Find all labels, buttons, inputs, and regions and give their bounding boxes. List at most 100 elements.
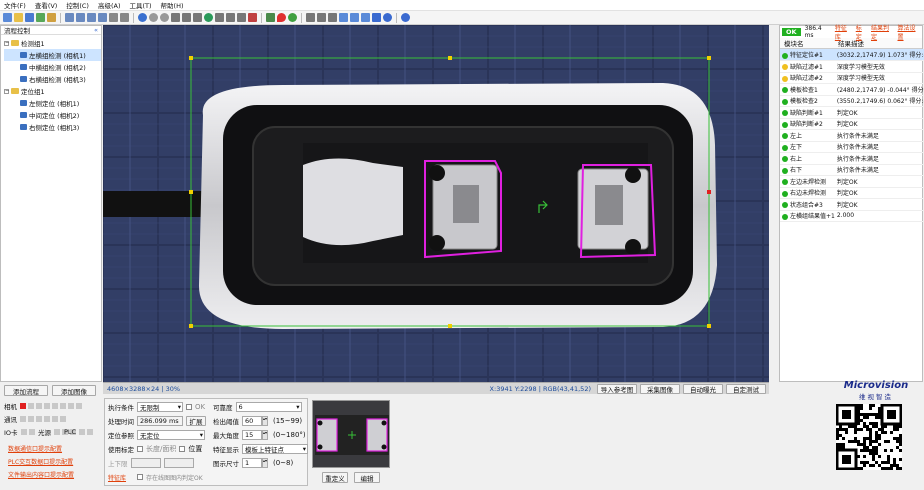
io-config-link[interactable]: 文件输出内容口提示配置 bbox=[8, 470, 74, 479]
reliability-select[interactable]: 6 ▾ bbox=[235, 402, 302, 412]
tree-group-locate[interactable]: − 定位组1 bbox=[4, 85, 101, 97]
tree-item-right-locate[interactable]: 右侧定位 (相机3) bbox=[4, 121, 101, 133]
auto-exposure-button[interactable]: 自动曝光 bbox=[683, 383, 723, 394]
layout-icon[interactable] bbox=[361, 13, 370, 22]
tree-item-left-detect[interactable]: 左横组检测 (相机1) bbox=[4, 49, 101, 61]
add-image-button[interactable]: 添加图像 bbox=[52, 385, 96, 396]
exec-cond-select[interactable]: 无限制 ▾ bbox=[137, 402, 183, 412]
upper-limit-input[interactable] bbox=[163, 458, 194, 468]
collapse-icon[interactable]: « bbox=[94, 26, 98, 34]
crop-icon[interactable] bbox=[171, 13, 180, 22]
eye-icon[interactable] bbox=[109, 13, 118, 22]
calib-length-checkbox[interactable] bbox=[137, 446, 143, 452]
custom-test-button[interactable]: 自定测试 bbox=[726, 383, 766, 394]
chart-icon[interactable] bbox=[266, 13, 275, 22]
stepper-icon[interactable]: ▴▾ bbox=[262, 458, 268, 468]
grid-icon[interactable] bbox=[193, 13, 202, 22]
pause-icon[interactable] bbox=[149, 13, 158, 22]
filter-icon[interactable] bbox=[328, 13, 337, 22]
tree-item-right-detect[interactable]: 右横组检测 (相机3) bbox=[4, 73, 101, 85]
info-icon[interactable] bbox=[401, 13, 410, 22]
save-failed-checkbox[interactable] bbox=[137, 474, 144, 480]
feature-display-select[interactable]: 模板上特征点 ▾ bbox=[242, 444, 308, 454]
zoom-in-icon[interactable] bbox=[65, 13, 74, 22]
display-size-input[interactable]: 1 ▴▾ bbox=[242, 458, 268, 468]
stepper-icon[interactable]: ▴▾ bbox=[262, 416, 268, 426]
tree-group-detect[interactable]: − 检测组1 bbox=[4, 37, 101, 49]
tool-icon[interactable] bbox=[248, 13, 257, 22]
ok-checkbox[interactable] bbox=[186, 404, 192, 410]
open-icon[interactable] bbox=[14, 13, 23, 22]
result-row[interactable]: 缺陷过滤#2 深度学习模型无效 bbox=[780, 72, 924, 84]
settings-icon[interactable] bbox=[383, 13, 392, 22]
window-icon[interactable] bbox=[350, 13, 359, 22]
folder-icon[interactable] bbox=[47, 13, 56, 22]
expand-button[interactable]: 扩展 bbox=[186, 416, 206, 426]
lower-limit-input[interactable] bbox=[130, 458, 161, 468]
import-reference-button[interactable]: 导入参考图 bbox=[597, 383, 637, 394]
inspection-image bbox=[103, 25, 769, 382]
image-icon[interactable] bbox=[36, 13, 45, 22]
menu-item-4[interactable]: 工具(T) bbox=[130, 0, 152, 10]
check-icon[interactable] bbox=[288, 13, 297, 22]
roi-icon[interactable] bbox=[182, 13, 191, 22]
zoom-out-icon[interactable] bbox=[76, 13, 85, 22]
result-row[interactable]: 模板检查1 (2480.2,1747.9) -0.044° 得分:99 bbox=[780, 83, 924, 96]
result-row[interactable]: 右边未焊检测 判定OK bbox=[780, 187, 924, 199]
result-row[interactable]: 缺陷过滤#1 深度学习模型无效 bbox=[780, 60, 924, 73]
camera-icon[interactable] bbox=[317, 13, 326, 22]
link-algo-settings[interactable]: 算法设置 bbox=[898, 23, 921, 41]
location-icon[interactable] bbox=[277, 13, 286, 22]
play-icon[interactable] bbox=[138, 13, 147, 22]
target-icon[interactable] bbox=[215, 13, 224, 22]
max-angle-input[interactable]: 15 ▴▾ bbox=[242, 430, 268, 440]
result-row[interactable]: 缺陷判断#1 判定OK bbox=[780, 106, 924, 119]
stop-icon[interactable] bbox=[160, 13, 169, 22]
tree-item-left-locate[interactable]: 左侧定位 (相机1) bbox=[4, 97, 101, 109]
new-icon[interactable] bbox=[3, 13, 12, 22]
save-icon[interactable] bbox=[25, 13, 34, 22]
menu-item-5[interactable]: 帮助(H) bbox=[161, 0, 184, 10]
image-viewport[interactable] bbox=[103, 25, 769, 382]
result-row[interactable]: 右下 执行条件未满足 bbox=[780, 164, 924, 176]
io-config-link[interactable]: PLC交互数据口提示配置 bbox=[8, 457, 73, 466]
stepper-icon[interactable]: ▴▾ bbox=[262, 430, 268, 440]
add-flow-button[interactable]: 添加流程 bbox=[4, 385, 48, 396]
locate-ref-select[interactable]: 无定位 ▾ bbox=[137, 430, 205, 440]
zoom-actual-icon[interactable] bbox=[98, 13, 107, 22]
monitor-icon[interactable] bbox=[339, 13, 348, 22]
link-result-judge[interactable]: 结果判定 bbox=[871, 23, 894, 41]
result-row[interactable]: 右上 执行条件未满足 bbox=[780, 152, 924, 165]
result-row[interactable]: 状态组合#3 判定OK bbox=[780, 198, 924, 211]
calib-position-checkbox[interactable] bbox=[179, 446, 186, 452]
result-row[interactable]: 左边未焊检测 判定OK bbox=[780, 175, 924, 188]
print-icon[interactable] bbox=[306, 13, 315, 22]
io-config-link[interactable]: 数据通信口提示配置 bbox=[8, 444, 62, 453]
threshold-input[interactable]: 60 ▴▾ bbox=[242, 416, 268, 426]
tree-item-mid-detect[interactable]: 中横组检测 (相机2) bbox=[4, 61, 101, 73]
col-desc: 结果描述 bbox=[838, 40, 864, 48]
menu-item-0[interactable]: 文件(F) bbox=[4, 0, 26, 10]
results-panel: OK 386.4 ms 特征库 标定 结果判定 算法设置 模块名 结果描述 特征… bbox=[779, 23, 924, 382]
result-row[interactable]: 左横组结果值+1 2.000 bbox=[780, 210, 924, 222]
result-row[interactable]: 左上 执行条件未满足 bbox=[780, 129, 924, 142]
redefine-button[interactable]: 重定义 bbox=[322, 472, 348, 483]
network-icon[interactable] bbox=[372, 13, 381, 22]
align-icon[interactable] bbox=[237, 13, 246, 22]
result-row[interactable]: 模板检查2 (3550.2,1749.6) 0.062° 得分:86 bbox=[780, 95, 924, 107]
feature-lib-link[interactable]: 特征库 bbox=[108, 473, 126, 482]
result-row[interactable]: 左下 执行条件未满足 bbox=[780, 141, 924, 153]
capture-image-button[interactable]: 采集图像 bbox=[640, 383, 680, 394]
menu-item-3[interactable]: 高级(A) bbox=[98, 0, 121, 10]
menu-item-1[interactable]: 查看(V) bbox=[35, 0, 58, 10]
result-row[interactable]: 特征定位#1 (3032.2,1747.9) 1.073° 得分:82 bbox=[780, 49, 924, 61]
tree-item-mid-locate[interactable]: 中间定位 (相机2) bbox=[4, 109, 101, 121]
io-indicator bbox=[76, 403, 82, 409]
measure-icon[interactable] bbox=[226, 13, 235, 22]
edit-button[interactable]: 编辑 bbox=[354, 472, 380, 483]
result-row[interactable]: 缺陷判断#2 判定OK bbox=[780, 118, 924, 130]
zoom-fit-icon[interactable] bbox=[87, 13, 96, 22]
crosshair-icon[interactable] bbox=[120, 13, 129, 22]
menu-item-2[interactable]: 控制(C) bbox=[66, 0, 89, 10]
run-once-icon[interactable] bbox=[204, 13, 213, 22]
